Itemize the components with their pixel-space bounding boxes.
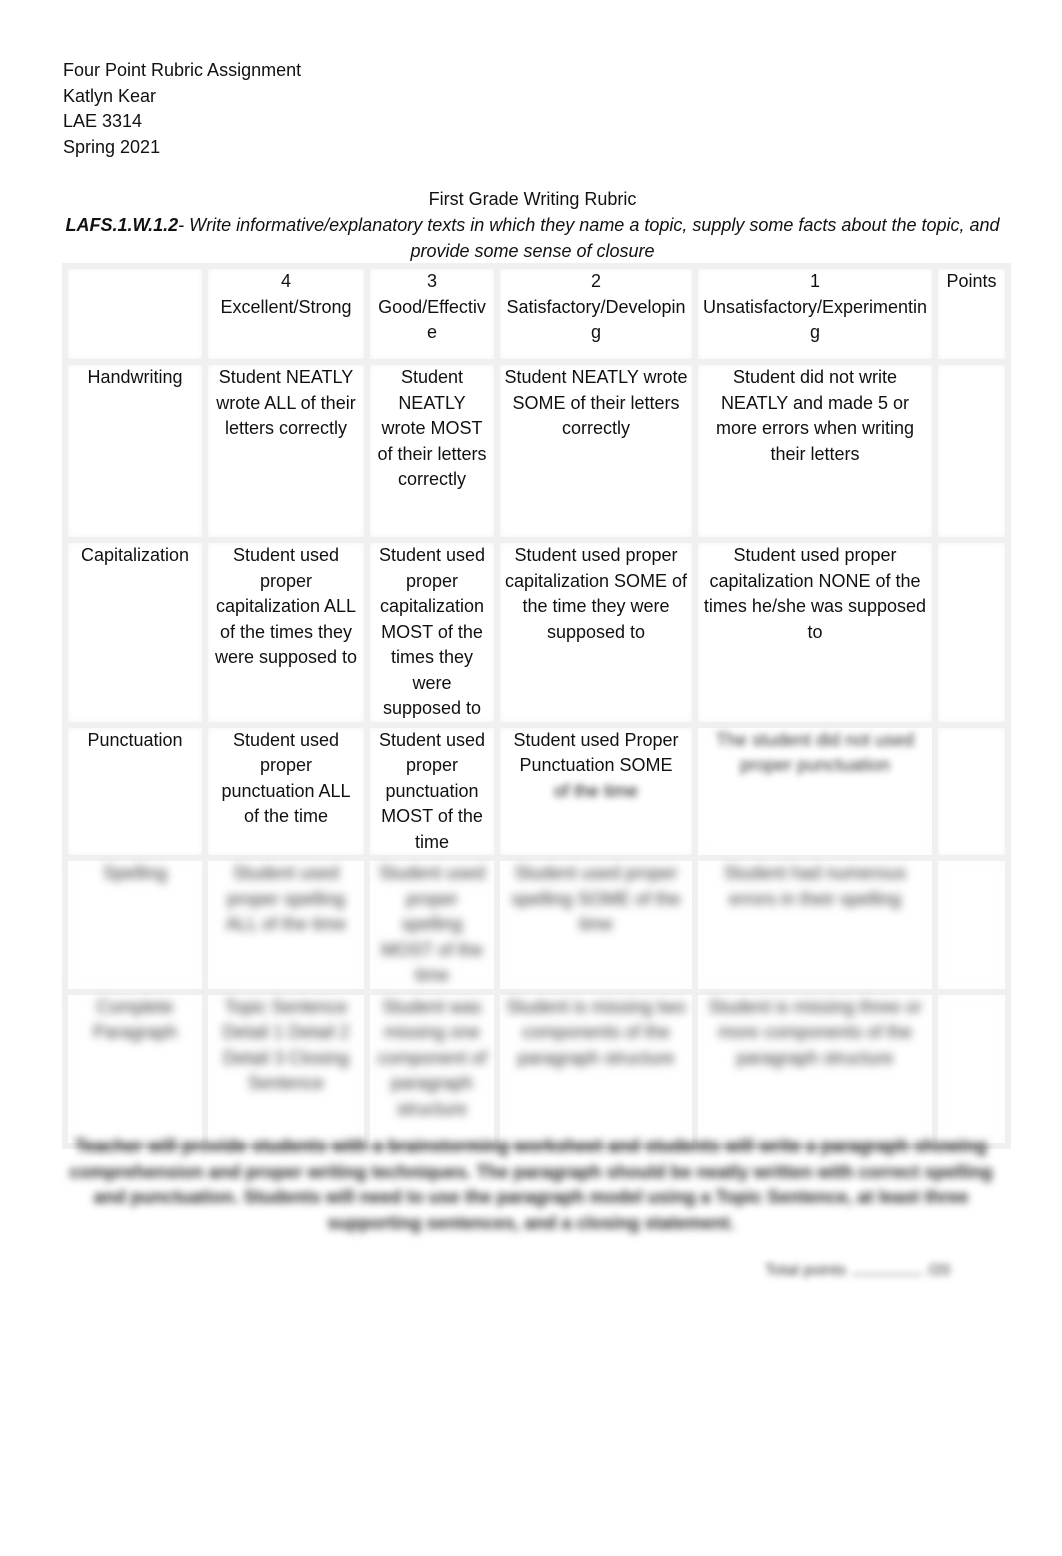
rubric-header-row: 4 Excellent/Strong 3 Good/Effective 2 Satis… bbox=[62, 263, 1011, 365]
descriptor-cell: Student used Proper Punctuation SOME of t… bbox=[494, 721, 698, 861]
criterion-label: Spelling bbox=[62, 855, 208, 995]
descriptor-cell: Student did not write NEATLY and made 5 … bbox=[692, 359, 938, 543]
criterion-label: Handwriting bbox=[62, 359, 208, 543]
criterion-label: Capitalization bbox=[62, 537, 208, 728]
rubric-table: 4 Excellent/Strong 3 Good/Effective 2 Satis… bbox=[62, 263, 1011, 1149]
descriptor-cell: Topic Sentence Detail 1 Detail 2 Detail … bbox=[202, 988, 370, 1149]
points-cell bbox=[932, 988, 1011, 1149]
descriptor-cell: Student used proper punctuation ALL of t… bbox=[202, 721, 370, 861]
term: Spring 2021 bbox=[63, 136, 161, 157]
score-label: 2 bbox=[590, 271, 601, 291]
rubric-row-complete-paragraph: Complete Paragraph Topic Sentence Detail… bbox=[62, 988, 1011, 1149]
descriptor-cell: Student used proper spelling ALL of the … bbox=[202, 855, 370, 995]
descriptor-cell: Student used proper spelling SOME of the… bbox=[494, 855, 698, 995]
descriptor-cell: Student used proper spelling MOST of the… bbox=[364, 855, 500, 995]
total-points-blank bbox=[851, 1274, 922, 1275]
score-label: 4 bbox=[280, 271, 291, 291]
points-cell bbox=[932, 721, 1011, 861]
descriptor-cell: Student is missing two components of the… bbox=[494, 988, 698, 1149]
author-name: Katlyn Kear bbox=[63, 85, 157, 106]
descriptor-cell: Student NEATLY wrote MOST of their lette… bbox=[364, 359, 500, 543]
points-cell bbox=[932, 855, 1011, 995]
criterion-label: Complete Paragraph bbox=[62, 988, 208, 1149]
rubric-row-punctuation: Punctuation Student used proper punctuat… bbox=[62, 721, 1011, 861]
descriptor-cell: Student used proper capitalization SOME … bbox=[494, 537, 698, 728]
header-cell-score-2: 2 Satisfactory/Developing bbox=[494, 263, 698, 365]
standard-text: - Write informative/explanatory texts in… bbox=[178, 215, 1000, 261]
descriptor-cell: Student used proper capitalization MOST … bbox=[364, 537, 500, 728]
descriptor-text: Student used Proper Punctuation SOME bbox=[513, 729, 679, 776]
descriptor-cell: Student used proper capitalization ALL o… bbox=[202, 537, 370, 728]
descriptor-cell: Student had numerous errors in their spe… bbox=[692, 855, 938, 995]
header-cell-blank bbox=[62, 263, 208, 365]
total-points-line: Total points/20 bbox=[765, 1262, 950, 1280]
assignment-title: Four Point Rubric Assignment bbox=[63, 60, 302, 80]
descriptor-cell: Student was missing one component of par… bbox=[364, 988, 500, 1149]
header-cell-score-4: 4 Excellent/Strong bbox=[202, 263, 370, 365]
rubric-title-block: First Grade Writing Rubric LAFS.1.W.1.2-… bbox=[60, 186, 1005, 264]
document-header: Four Point Rubric Assignment Katlyn Kear… bbox=[63, 58, 301, 160]
rubric-row-spelling: Spelling Student used proper spelling AL… bbox=[62, 855, 1011, 995]
header-cell-score-3: 3 Good/Effective bbox=[364, 263, 500, 365]
level-label: Good/Effective bbox=[378, 296, 486, 343]
total-points-label: Total points bbox=[765, 1262, 846, 1279]
descriptor-cell: Student used proper punctuation MOST of … bbox=[364, 721, 500, 861]
rubric-heading: First Grade Writing Rubric bbox=[428, 189, 637, 209]
rubric-row-capitalization: Capitalization Student used proper capit… bbox=[62, 537, 1011, 728]
standard-description: LAFS.1.W.1.2- Write informative/explanat… bbox=[60, 212, 1005, 264]
descriptor-text-blurred: of the time bbox=[553, 780, 639, 801]
course-code: LAE 3314 bbox=[63, 111, 143, 131]
assignment-note: Teacher will provide students with a bra… bbox=[69, 1136, 993, 1233]
descriptor-cell: Student NEATLY wrote SOME of their lette… bbox=[494, 359, 698, 543]
level-label: Excellent/Strong bbox=[220, 296, 352, 317]
rubric-row-handwriting: Handwriting Student NEATLY wrote ALL of … bbox=[62, 359, 1011, 543]
score-label: 1 bbox=[809, 271, 820, 291]
descriptor-cell: Student is missing three or more compone… bbox=[692, 988, 938, 1149]
score-label: 3 bbox=[426, 271, 437, 291]
level-label: Satisfactory/Developing bbox=[506, 296, 686, 343]
descriptor-cell: Student NEATLY wrote ALL of their letter… bbox=[202, 359, 370, 543]
points-cell bbox=[932, 359, 1011, 543]
standard-code: LAFS.1.W.1.2 bbox=[65, 215, 179, 235]
points-cell bbox=[932, 537, 1011, 728]
criterion-label: Punctuation bbox=[62, 721, 208, 861]
header-cell-points: Points bbox=[932, 263, 1011, 365]
header-cell-score-1: 1 Unsatisfactory/Experimenting bbox=[692, 263, 938, 365]
total-points-max: /20 bbox=[927, 1262, 951, 1279]
descriptor-cell: Student used proper capitalization NONE … bbox=[692, 537, 938, 728]
descriptor-cell: The student did not used proper punctuat… bbox=[692, 721, 938, 861]
level-label: Unsatisfactory/Experimenting bbox=[702, 296, 928, 343]
